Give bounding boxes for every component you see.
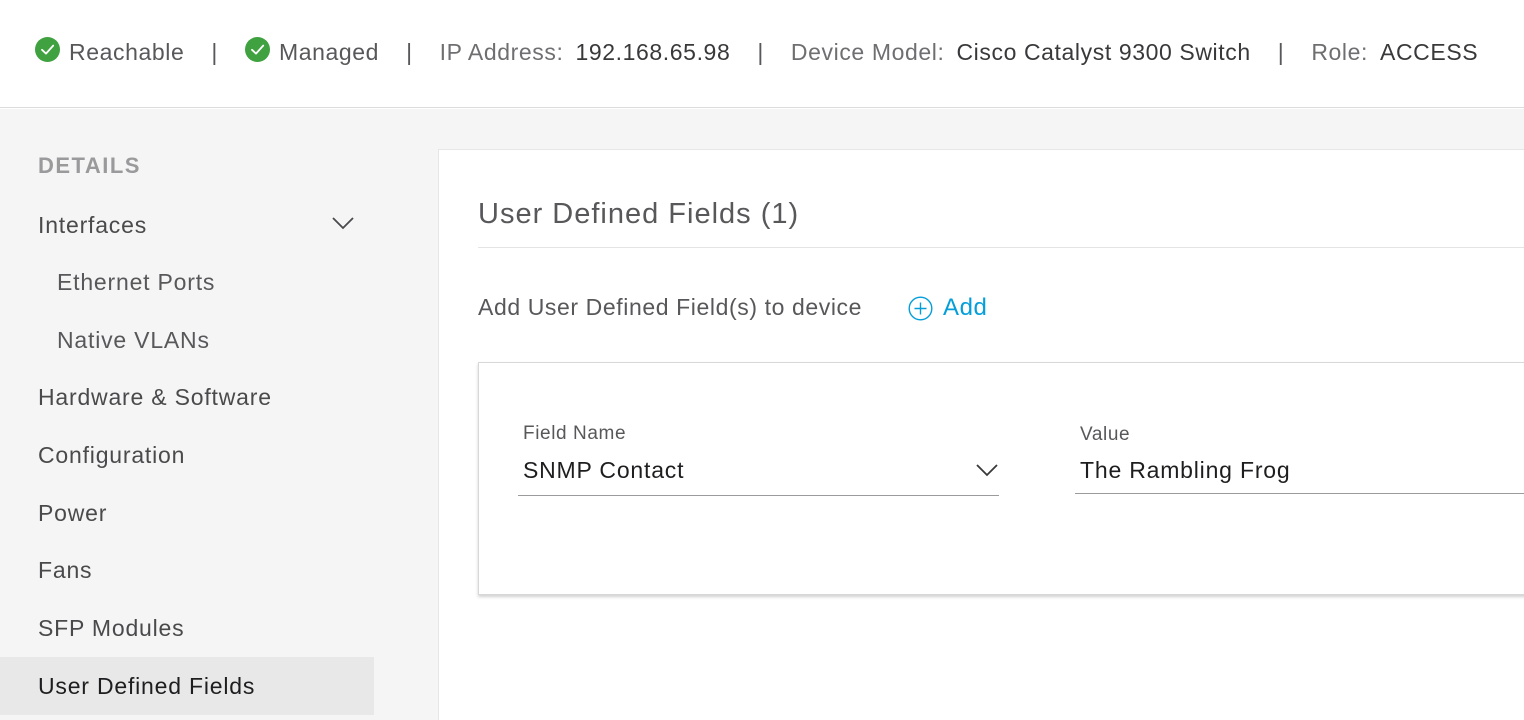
sidebar-item-label: Ethernet Ports [57,268,216,295]
chevron-down-icon[interactable] [332,216,354,230]
add-button-label: Add [943,294,988,321]
field-name-value: SNMP Contact [523,457,685,483]
title-divider [478,247,1524,248]
reachable-status: Reachable [35,36,185,66]
device-model-value: Cisco Catalyst 9300 Switch [956,38,1251,65]
sidebar-item-power[interactable]: Power [0,484,374,542]
sidebar-item-label: Native VLANs [57,326,210,353]
sidebar-item-user-defined-fields[interactable]: User Defined Fields [0,657,374,715]
chevron-down-icon [976,464,998,477]
role-label: Role: [1311,38,1369,65]
sidebar-item-label: User Defined Fields [38,672,256,699]
sidebar-item-label: Interfaces [38,211,147,238]
sidebar-item-native-vlans[interactable]: Native VLANs [0,311,374,369]
sidebar-item-label: Fans [38,556,93,583]
sidebar-item-label: Hardware & Software [38,383,272,410]
managed-label: Managed [278,38,380,65]
add-field-button[interactable]: Add [908,293,988,323]
user-defined-field-card: Field Name SNMP Contact Value The Rambli… [478,362,1524,595]
sidebar-item-configuration[interactable]: Configuration [0,426,374,484]
managed-status: Managed [244,36,380,66]
role-value: ACCESS [1380,38,1479,65]
sidebar-item-label: Configuration [38,441,186,468]
details-sidebar: DETAILS Interfaces Ethernet Ports Native… [0,109,374,720]
sidebar-item-sfp-modules[interactable]: SFP Modules [0,599,374,657]
sidebar-item-label: Power [38,499,108,526]
check-circle-icon [244,36,270,62]
ip-address-label: IP Address: [439,38,564,65]
device-model-label: Device Model: [790,38,945,65]
device-status-bar: Reachable | Managed | IP Address: 192.16… [0,0,1524,108]
sidebar-item-label: SFP Modules [38,614,185,641]
value-underline [1075,493,1524,494]
separator: | [757,38,764,65]
sidebar-item-fans[interactable]: Fans [0,541,374,599]
sidebar-item-ethernet-ports[interactable]: Ethernet Ports [0,253,374,311]
page-title: User Defined Fields (1) [478,198,800,230]
field-name-label: Field Name [523,423,627,444]
reachable-label: Reachable [69,38,185,65]
ip-address-value: 192.168.65.98 [575,38,731,65]
check-circle-icon [35,36,60,62]
value-input[interactable]: The Rambling Frog [1075,451,1524,497]
plus-circle-icon [908,295,933,321]
separator: | [211,38,218,65]
field-name-select[interactable]: SNMP Contact [518,451,999,497]
separator: | [406,38,413,65]
value-label: Value [1080,424,1131,445]
separator: | [1277,38,1285,65]
sidebar-heading: DETAILS [38,153,141,178]
sidebar-item-hardware-software[interactable]: Hardware & Software [0,368,374,426]
sidebar-item-interfaces[interactable]: Interfaces [0,196,374,254]
add-field-description: Add User Defined Field(s) to device [478,294,863,320]
field-name-underline [518,495,999,496]
value-input-text: The Rambling Frog [1080,457,1291,483]
